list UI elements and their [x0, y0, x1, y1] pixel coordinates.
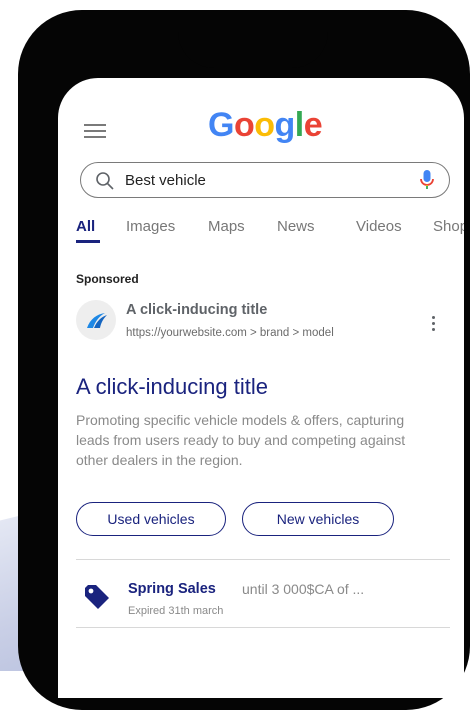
tab-news[interactable]: News [277, 218, 315, 235]
search-input[interactable]: Best vehicle [125, 172, 206, 189]
tab-maps[interactable]: Maps [208, 218, 245, 235]
favicon-logo[interactable] [76, 300, 116, 340]
divider [76, 627, 450, 628]
logo-letter: o [254, 106, 275, 144]
tag-icon [85, 585, 109, 609]
ad-site-title[interactable]: A click-inducing title [126, 302, 267, 318]
logo-letter: o [233, 106, 255, 144]
tab-images[interactable]: Images [126, 218, 175, 235]
active-tab-indicator [76, 240, 100, 243]
promotion-expiry: Expired 31th march [128, 605, 224, 617]
brand-swoosh-icon [87, 313, 107, 328]
sitelink-used-vehicles-button[interactable]: Used vehicles [76, 502, 226, 536]
phone-screen: Google Best vehicle All Images Maps News… [58, 78, 464, 698]
tab-videos[interactable]: Videos [356, 218, 402, 235]
tab-all[interactable]: All [76, 218, 95, 235]
phone-frame: Google Best vehicle All Images Maps News… [18, 10, 470, 710]
menu-icon[interactable] [84, 124, 106, 138]
phone-notch [178, 10, 328, 68]
logo-letter: l [294, 106, 304, 144]
search-box[interactable]: Best vehicle [80, 162, 450, 198]
more-vert-icon[interactable] [432, 316, 438, 334]
logo-letter: e [303, 106, 323, 144]
search-icon [96, 172, 114, 190]
divider [76, 559, 450, 560]
google-logo: Google [208, 106, 323, 145]
sitelink-new-vehicles-button[interactable]: New vehicles [242, 502, 394, 536]
logo-letter: g [274, 106, 296, 144]
sponsored-label: Sponsored [76, 272, 139, 286]
ad-display-url[interactable]: https://yourwebsite.com > brand > model [126, 327, 334, 339]
ad-description: Promoting specific vehicle models & offe… [76, 412, 406, 468]
mic-icon[interactable] [419, 169, 435, 191]
tab-shopping[interactable]: Shoppi [433, 218, 464, 235]
promotion-title-link[interactable]: Spring Sales [128, 581, 216, 597]
logo-letter: G [208, 106, 234, 144]
promotion-detail: until 3 000$CA of ... [242, 581, 365, 597]
ad-headline-link[interactable]: A click-inducing title [76, 374, 268, 400]
